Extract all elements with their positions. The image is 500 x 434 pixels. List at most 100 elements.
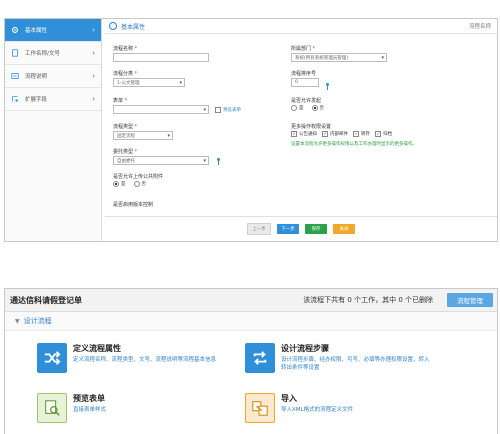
card-desc: 直接表单样式 (73, 407, 107, 413)
sort-no-input[interactable]: 0 (291, 78, 319, 87)
flow-category-value: 1-公文管理 (117, 80, 140, 86)
doc-control-label-text: 是否启用版本控制 (113, 202, 154, 208)
dept-select[interactable]: 系统(所有系统管理员管理) (291, 53, 387, 62)
op-item-label: 公告通知 (299, 132, 317, 137)
op-item-label: 内部邮件 (330, 132, 348, 137)
card-preview-form[interactable]: 预览表单 直接表单样式 (37, 393, 223, 423)
checkbox[interactable]: ✓ (322, 131, 328, 137)
sidebar-item-name[interactable]: 工作名称/文号 › (5, 42, 101, 65)
radio-yes-label: 是 (299, 106, 304, 111)
preview-icon (37, 393, 67, 423)
card-import[interactable]: 导入 导入XML格式的流程定义文件 (245, 393, 431, 423)
sidebar-item-label: 扩展字段 (25, 97, 48, 103)
sidebar-item-label: 工作名称/文号 (25, 51, 60, 57)
close-button[interactable]: 关闭 (333, 224, 355, 234)
document-icon (11, 49, 19, 57)
save-button[interactable]: 保存 (305, 224, 327, 234)
section-title: 基本属性 (121, 23, 146, 31)
form-label: 表单 * (113, 98, 128, 104)
sidebar-item-ext[interactable]: 扩展字段 › (5, 88, 101, 111)
radio-yes[interactable] (291, 105, 297, 111)
design-section-header[interactable]: ▼ 设计流程 (5, 312, 497, 331)
order-type-select[interactable]: 自由委托 (113, 156, 209, 165)
op-item-label: 归档 (383, 132, 392, 137)
collapse-triangle-icon: ▼ (15, 317, 20, 325)
flow-title: 通达信科请假登记单 (10, 295, 82, 305)
status-text: 流程名称 (468, 24, 491, 30)
extension-icon (11, 95, 19, 103)
auto-gen-label: 是否允许发起 (291, 97, 321, 104)
sidebar-item-basic[interactable]: 基本属性 › (5, 19, 101, 42)
attach-label: 是否允许上传公共附件 (113, 173, 163, 180)
settings-sidebar: 基本属性 › 工作名称/文号 › 流程说明 › 扩展字段 › (5, 19, 102, 241)
checkbox[interactable]: ✓ (353, 131, 359, 137)
order-type-value: 自由委托 (117, 158, 135, 164)
attach-radio-group[interactable]: 是 否 (113, 181, 146, 187)
card-define-attributes[interactable]: 定义流程属性 定义流程名称、流程类型、文号、流程说明等流程基本信息 (37, 343, 223, 373)
radio-no[interactable] (311, 105, 318, 111)
next-button[interactable]: 下一步 (277, 224, 299, 234)
import-icon (245, 393, 275, 423)
attach-label-text: 是否允许上传公共附件 (113, 174, 164, 180)
gear-icon (11, 26, 19, 34)
op-item-label: 转存 (361, 132, 370, 137)
prev-button[interactable]: 上一步 (247, 223, 271, 235)
ops-label-text: 更多操作权限设置 (291, 124, 332, 130)
form-select[interactable] (113, 105, 209, 114)
form-label-text: 表单 (113, 98, 124, 104)
card-title: 导入 (281, 394, 297, 403)
checkbox[interactable]: ✓ (291, 131, 297, 137)
radio-yes[interactable] (113, 181, 119, 187)
flow-design-window: 通达信科请假登记单 该流程下共有 0 个工作，其中 0 个已删除 流程管理 ▼ … (4, 288, 498, 434)
checkbox[interactable] (215, 107, 221, 113)
card-title: 定义流程属性 (73, 344, 121, 353)
checkbox[interactable]: ✓ (375, 131, 381, 137)
card-desc: 设计流程步骤、经办权限、可写、必填等办理权限设置，转入转出条件等设置 (281, 357, 430, 371)
card-desc: 导入XML格式的流程定义文件 (281, 407, 354, 413)
sidebar-item-label: 基本属性 (25, 28, 48, 34)
sidebar-item-label: 流程说明 (25, 74, 48, 80)
order-type-label: 委托类型 * (113, 149, 138, 155)
flow-manage-button[interactable]: 流程管理 (447, 293, 493, 307)
radio-no[interactable] (133, 181, 140, 187)
flow-category-label-text: 流程分类 (113, 71, 134, 77)
radio-no-label: 否 (141, 182, 147, 187)
chevron-right-icon: › (92, 72, 95, 80)
shuffle-icon (37, 343, 67, 373)
flow-name-label-text: 流程名称 (113, 46, 134, 52)
sidebar-item-desc[interactable]: 流程说明 › (5, 65, 101, 88)
sort-no-label-text: 流程排序号 (291, 71, 317, 77)
auto-gen-label-text: 是否允许发起 (291, 98, 322, 104)
radio-no-label: 否 (319, 106, 325, 111)
dept-value: 系统(所有系统管理员管理) (295, 55, 349, 61)
card-title: 设计流程步骤 (281, 344, 329, 353)
ops-note: 设置本流程允许更多操作权限以及工作办理时显示的更多操作。 (291, 142, 417, 147)
doc-control-label: 是否启用版本控制 (113, 201, 153, 208)
section-header: 基本属性 流程名称 (105, 19, 497, 34)
flow-category-select[interactable]: 1-公文管理 (113, 78, 185, 87)
info-icon (11, 72, 19, 80)
chevron-right-icon: › (92, 49, 95, 57)
flow-type-value: 固定流程 (117, 133, 135, 139)
card-design-steps[interactable]: 设计流程步骤 设计流程步骤、经办权限、可写、必填等办理权限设置，转入转出条件等设… (245, 343, 431, 373)
flow-work-count: 该流程下共有 0 个工作，其中 0 个已删除 (303, 296, 433, 304)
card-title: 预览表单 (73, 394, 105, 403)
design-section-title: 设计流程 (23, 317, 52, 325)
flow-header: 通达信科请假登记单 该流程下共有 0 个工作，其中 0 个已删除 流程管理 (5, 289, 497, 312)
preview-form-link[interactable]: 预览表单 (215, 107, 241, 113)
flow-name-input[interactable] (113, 53, 209, 62)
flow-category-label: 流程分类 * (113, 71, 138, 77)
dept-label-text: 所属部门 (291, 46, 312, 52)
help-pin-icon[interactable] (217, 158, 220, 165)
flow-type-select[interactable]: 固定流程 (113, 131, 173, 140)
preview-form-text: 预览表单 (223, 108, 241, 113)
settings-main: 基本属性 流程名称 流程名称 * 流程分类 * 1-公文管理 表单 * 预览表单… (105, 19, 497, 241)
sort-no-value: 0 (295, 80, 298, 85)
auto-gen-radio-group[interactable]: 是 否 (291, 105, 324, 111)
ops-checkbox-group[interactable]: ✓ 公告通知 ✓ 内部邮件 ✓ 转存 ✓ 归档 (291, 131, 392, 137)
help-pin-icon[interactable] (326, 83, 329, 90)
order-type-label-text: 委托类型 (113, 149, 134, 155)
flow-settings-window: 基本属性 › 工作名称/文号 › 流程说明 › 扩展字段 › 基本属性 流程名称… (4, 18, 498, 242)
flow-type-label-text: 流程类型 (113, 124, 134, 130)
chevron-right-icon: › (92, 95, 95, 103)
